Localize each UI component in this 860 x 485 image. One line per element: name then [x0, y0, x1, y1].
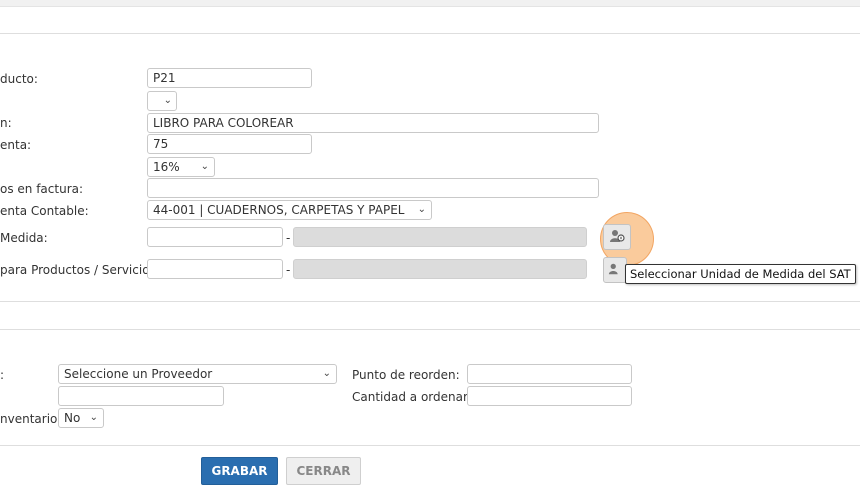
- small-select[interactable]: ⌄: [147, 91, 177, 111]
- product-code-input[interactable]: P21: [147, 68, 312, 88]
- user-search-icon: [608, 262, 622, 279]
- chevron-down-icon: ⌄: [322, 368, 331, 379]
- inventory-select-value: No: [64, 411, 81, 425]
- chevron-down-icon: ⌄: [89, 412, 98, 423]
- select-unit-button[interactable]: [603, 224, 631, 250]
- user-search-icon: [609, 229, 625, 246]
- tax-select[interactable]: 16% ⌄: [147, 157, 215, 177]
- top-bar: [0, 0, 860, 7]
- select-sat-button[interactable]: [603, 257, 627, 283]
- unit-description-field: [293, 227, 587, 247]
- provider-select-value: Seleccione un Proveedor: [64, 367, 213, 381]
- account-select-value: 44-001 | CUADERNOS, CARPETAS Y PAPEL: [153, 203, 405, 217]
- account-label: enta Contable:: [0, 204, 89, 218]
- provider-select[interactable]: Seleccione un Proveedor ⌄: [58, 364, 337, 384]
- chevron-down-icon: ⌄: [417, 204, 426, 215]
- description-label: n:: [0, 116, 12, 130]
- description-input[interactable]: LIBRO PARA COLOREAR: [147, 113, 599, 133]
- invoice-description-label: os en factura:: [0, 182, 84, 196]
- extra-input[interactable]: [58, 386, 224, 406]
- sat-description-field: [293, 259, 587, 279]
- section-divider-mid: [0, 301, 860, 302]
- reorder-input[interactable]: [467, 364, 632, 384]
- provider-label: :: [0, 368, 5, 382]
- sat-label: para Productos / Servicios:: [0, 263, 160, 277]
- tax-select-value: 16%: [153, 160, 180, 174]
- section-divider-mid-2: [0, 329, 860, 330]
- price-input[interactable]: 75: [147, 134, 312, 154]
- reorder-label: Punto de reorden:: [352, 368, 460, 382]
- sat-dash: -: [286, 263, 291, 277]
- section-divider-top: [0, 33, 860, 34]
- invoice-description-input[interactable]: [147, 178, 599, 198]
- chevron-down-icon: ⌄: [163, 95, 172, 106]
- chevron-down-icon: ⌄: [200, 161, 209, 172]
- inventory-label: nventario:: [0, 412, 62, 426]
- tooltip: Seleccionar Unidad de Medida del SAT: [625, 264, 856, 284]
- unit-label: Medida:: [0, 231, 48, 245]
- quantity-label: Cantidad a ordenar:: [352, 390, 472, 404]
- quantity-input[interactable]: [467, 386, 632, 406]
- unit-code-input[interactable]: [147, 227, 283, 247]
- account-select[interactable]: 44-001 | CUADERNOS, CARPETAS Y PAPEL ⌄: [147, 200, 432, 220]
- inventory-select[interactable]: No ⌄: [58, 408, 104, 428]
- price-label: enta:: [0, 138, 32, 152]
- unit-dash: -: [286, 231, 291, 245]
- product-code-label: ducto:: [0, 72, 38, 86]
- section-divider-bottom: [0, 445, 860, 446]
- sat-code-input[interactable]: [147, 259, 283, 279]
